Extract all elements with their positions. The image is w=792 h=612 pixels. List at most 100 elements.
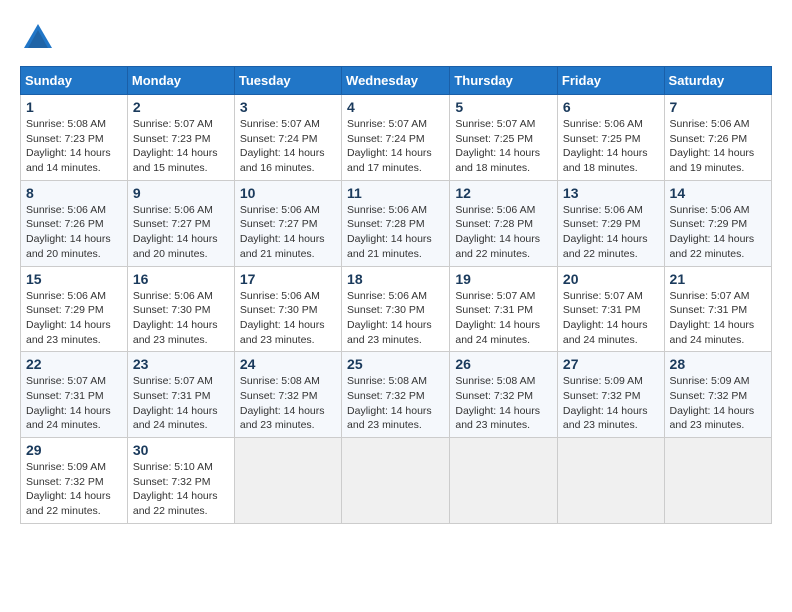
day-number: 7 xyxy=(670,99,766,115)
day-cell-12: 12 Sunrise: 5:06 AMSunset: 7:28 PMDaylig… xyxy=(450,180,558,266)
empty-cell xyxy=(234,438,341,524)
day-number: 14 xyxy=(670,185,766,201)
day-cell-29: 29 Sunrise: 5:09 AMSunset: 7:32 PMDaylig… xyxy=(21,438,128,524)
day-number: 16 xyxy=(133,271,229,287)
day-cell-18: 18 Sunrise: 5:06 AMSunset: 7:30 PMDaylig… xyxy=(342,266,450,352)
day-cell-28: 28 Sunrise: 5:09 AMSunset: 7:32 PMDaylig… xyxy=(664,352,771,438)
header-row: SundayMondayTuesdayWednesdayThursdayFrid… xyxy=(21,67,772,95)
day-cell-6: 6 Sunrise: 5:06 AMSunset: 7:25 PMDayligh… xyxy=(557,95,664,181)
day-cell-2: 2 Sunrise: 5:07 AMSunset: 7:23 PMDayligh… xyxy=(127,95,234,181)
day-cell-19: 19 Sunrise: 5:07 AMSunset: 7:31 PMDaylig… xyxy=(450,266,558,352)
day-cell-5: 5 Sunrise: 5:07 AMSunset: 7:25 PMDayligh… xyxy=(450,95,558,181)
day-detail: Sunrise: 5:07 AMSunset: 7:31 PMDaylight:… xyxy=(26,375,111,431)
day-cell-20: 20 Sunrise: 5:07 AMSunset: 7:31 PMDaylig… xyxy=(557,266,664,352)
day-detail: Sunrise: 5:06 AMSunset: 7:28 PMDaylight:… xyxy=(347,204,432,260)
day-detail: Sunrise: 5:07 AMSunset: 7:31 PMDaylight:… xyxy=(563,290,648,346)
day-detail: Sunrise: 5:09 AMSunset: 7:32 PMDaylight:… xyxy=(670,375,755,431)
day-cell-16: 16 Sunrise: 5:06 AMSunset: 7:30 PMDaylig… xyxy=(127,266,234,352)
logo-icon xyxy=(20,20,56,56)
col-header-sunday: Sunday xyxy=(21,67,128,95)
day-detail: Sunrise: 5:06 AMSunset: 7:27 PMDaylight:… xyxy=(240,204,325,260)
day-cell-30: 30 Sunrise: 5:10 AMSunset: 7:32 PMDaylig… xyxy=(127,438,234,524)
day-number: 18 xyxy=(347,271,444,287)
day-number: 9 xyxy=(133,185,229,201)
day-number: 17 xyxy=(240,271,336,287)
day-cell-9: 9 Sunrise: 5:06 AMSunset: 7:27 PMDayligh… xyxy=(127,180,234,266)
day-number: 1 xyxy=(26,99,122,115)
calendar-week-4: 22 Sunrise: 5:07 AMSunset: 7:31 PMDaylig… xyxy=(21,352,772,438)
day-detail: Sunrise: 5:08 AMSunset: 7:32 PMDaylight:… xyxy=(240,375,325,431)
empty-cell xyxy=(450,438,558,524)
calendar-header: SundayMondayTuesdayWednesdayThursdayFrid… xyxy=(21,67,772,95)
day-cell-14: 14 Sunrise: 5:06 AMSunset: 7:29 PMDaylig… xyxy=(664,180,771,266)
day-cell-3: 3 Sunrise: 5:07 AMSunset: 7:24 PMDayligh… xyxy=(234,95,341,181)
day-detail: Sunrise: 5:07 AMSunset: 7:31 PMDaylight:… xyxy=(670,290,755,346)
day-detail: Sunrise: 5:07 AMSunset: 7:31 PMDaylight:… xyxy=(133,375,218,431)
day-detail: Sunrise: 5:06 AMSunset: 7:30 PMDaylight:… xyxy=(133,290,218,346)
calendar-week-3: 15 Sunrise: 5:06 AMSunset: 7:29 PMDaylig… xyxy=(21,266,772,352)
day-number: 11 xyxy=(347,185,444,201)
day-detail: Sunrise: 5:07 AMSunset: 7:23 PMDaylight:… xyxy=(133,118,218,174)
day-detail: Sunrise: 5:07 AMSunset: 7:25 PMDaylight:… xyxy=(455,118,540,174)
day-cell-10: 10 Sunrise: 5:06 AMSunset: 7:27 PMDaylig… xyxy=(234,180,341,266)
day-detail: Sunrise: 5:06 AMSunset: 7:26 PMDaylight:… xyxy=(26,204,111,260)
calendar-week-1: 1 Sunrise: 5:08 AMSunset: 7:23 PMDayligh… xyxy=(21,95,772,181)
col-header-monday: Monday xyxy=(127,67,234,95)
day-cell-22: 22 Sunrise: 5:07 AMSunset: 7:31 PMDaylig… xyxy=(21,352,128,438)
day-detail: Sunrise: 5:06 AMSunset: 7:30 PMDaylight:… xyxy=(240,290,325,346)
day-cell-26: 26 Sunrise: 5:08 AMSunset: 7:32 PMDaylig… xyxy=(450,352,558,438)
col-header-thursday: Thursday xyxy=(450,67,558,95)
day-number: 5 xyxy=(455,99,552,115)
day-detail: Sunrise: 5:07 AMSunset: 7:24 PMDaylight:… xyxy=(347,118,432,174)
day-detail: Sunrise: 5:08 AMSunset: 7:23 PMDaylight:… xyxy=(26,118,111,174)
empty-cell xyxy=(664,438,771,524)
day-number: 27 xyxy=(563,356,659,372)
day-number: 26 xyxy=(455,356,552,372)
day-number: 8 xyxy=(26,185,122,201)
day-detail: Sunrise: 5:07 AMSunset: 7:24 PMDaylight:… xyxy=(240,118,325,174)
day-detail: Sunrise: 5:09 AMSunset: 7:32 PMDaylight:… xyxy=(26,461,111,517)
col-header-saturday: Saturday xyxy=(664,67,771,95)
day-cell-8: 8 Sunrise: 5:06 AMSunset: 7:26 PMDayligh… xyxy=(21,180,128,266)
day-cell-15: 15 Sunrise: 5:06 AMSunset: 7:29 PMDaylig… xyxy=(21,266,128,352)
day-number: 28 xyxy=(670,356,766,372)
logo xyxy=(20,20,60,56)
day-detail: Sunrise: 5:06 AMSunset: 7:30 PMDaylight:… xyxy=(347,290,432,346)
day-number: 30 xyxy=(133,442,229,458)
day-number: 29 xyxy=(26,442,122,458)
col-header-wednesday: Wednesday xyxy=(342,67,450,95)
day-detail: Sunrise: 5:06 AMSunset: 7:26 PMDaylight:… xyxy=(670,118,755,174)
day-detail: Sunrise: 5:06 AMSunset: 7:29 PMDaylight:… xyxy=(563,204,648,260)
day-number: 15 xyxy=(26,271,122,287)
col-header-friday: Friday xyxy=(557,67,664,95)
day-cell-27: 27 Sunrise: 5:09 AMSunset: 7:32 PMDaylig… xyxy=(557,352,664,438)
day-detail: Sunrise: 5:06 AMSunset: 7:29 PMDaylight:… xyxy=(26,290,111,346)
day-number: 3 xyxy=(240,99,336,115)
empty-cell xyxy=(557,438,664,524)
day-number: 21 xyxy=(670,271,766,287)
day-cell-25: 25 Sunrise: 5:08 AMSunset: 7:32 PMDaylig… xyxy=(342,352,450,438)
day-number: 25 xyxy=(347,356,444,372)
col-header-tuesday: Tuesday xyxy=(234,67,341,95)
calendar-week-5: 29 Sunrise: 5:09 AMSunset: 7:32 PMDaylig… xyxy=(21,438,772,524)
day-cell-24: 24 Sunrise: 5:08 AMSunset: 7:32 PMDaylig… xyxy=(234,352,341,438)
day-number: 19 xyxy=(455,271,552,287)
day-detail: Sunrise: 5:08 AMSunset: 7:32 PMDaylight:… xyxy=(347,375,432,431)
day-number: 13 xyxy=(563,185,659,201)
day-cell-1: 1 Sunrise: 5:08 AMSunset: 7:23 PMDayligh… xyxy=(21,95,128,181)
empty-cell xyxy=(342,438,450,524)
day-number: 6 xyxy=(563,99,659,115)
day-cell-11: 11 Sunrise: 5:06 AMSunset: 7:28 PMDaylig… xyxy=(342,180,450,266)
day-number: 12 xyxy=(455,185,552,201)
day-detail: Sunrise: 5:06 AMSunset: 7:28 PMDaylight:… xyxy=(455,204,540,260)
day-number: 22 xyxy=(26,356,122,372)
day-number: 20 xyxy=(563,271,659,287)
day-detail: Sunrise: 5:08 AMSunset: 7:32 PMDaylight:… xyxy=(455,375,540,431)
day-number: 24 xyxy=(240,356,336,372)
day-detail: Sunrise: 5:06 AMSunset: 7:27 PMDaylight:… xyxy=(133,204,218,260)
day-detail: Sunrise: 5:06 AMSunset: 7:29 PMDaylight:… xyxy=(670,204,755,260)
day-number: 23 xyxy=(133,356,229,372)
day-number: 4 xyxy=(347,99,444,115)
day-number: 2 xyxy=(133,99,229,115)
day-cell-21: 21 Sunrise: 5:07 AMSunset: 7:31 PMDaylig… xyxy=(664,266,771,352)
